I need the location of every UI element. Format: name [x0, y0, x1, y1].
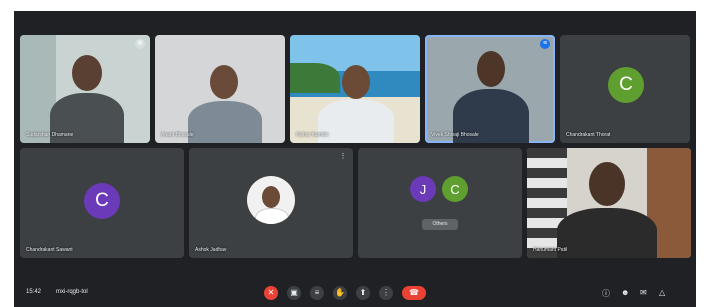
- participant-video: [155, 35, 285, 143]
- info-icon[interactable]: ⓘ: [602, 288, 610, 299]
- others-tile[interactable]: J C Others: [358, 148, 522, 258]
- meeting-code: mxi-rqgb-tol: [56, 289, 88, 295]
- meeting-toolbar: 15:42 mxi-rqgb-tol ✕ ▣ ≡ ✋ ⬆ ⋮ ☎ ⓘ ☻ ✉ △: [14, 279, 696, 307]
- meeting-time: 15:42: [26, 289, 42, 295]
- participant-tile[interactable]: Anant Bhosale: [155, 35, 285, 143]
- participant-tile[interactable]: Hanumant Patil: [527, 148, 691, 258]
- participant-name: Hanumant Patil: [533, 247, 568, 253]
- participant-tile[interactable]: C Chandrakant Thorat: [560, 35, 690, 143]
- participant-video: [527, 148, 691, 258]
- participant-name: Kishor Kamble: [296, 132, 329, 138]
- avatar: C: [608, 67, 644, 103]
- people-icon[interactable]: ☻: [621, 288, 629, 297]
- mic-off-icon[interactable]: ✕: [264, 286, 278, 300]
- more-options-icon[interactable]: ⋮: [338, 152, 348, 162]
- participant-video: [20, 35, 150, 143]
- participant-name: Ashok Jadhav: [195, 247, 227, 253]
- participant-tile[interactable]: ≡ Vivek Shivaji Bhosale: [425, 35, 555, 143]
- participant-name: Anant Bhosale: [161, 132, 194, 138]
- participant-video: [425, 35, 555, 143]
- participant-tile[interactable]: Kishor Kamble: [290, 35, 420, 143]
- activities-icon[interactable]: △: [659, 288, 665, 297]
- raise-hand-icon[interactable]: ✋: [333, 286, 347, 300]
- more-icon[interactable]: ⋮: [379, 286, 393, 300]
- avatar: [247, 176, 295, 224]
- captions-icon[interactable]: ≡: [310, 286, 324, 300]
- participant-name: Chandrakant Thorat: [566, 132, 611, 138]
- avatar: C: [442, 176, 468, 202]
- chat-icon[interactable]: ✉: [640, 288, 647, 297]
- avatar: J: [410, 176, 436, 202]
- others-chip[interactable]: Others: [422, 219, 458, 230]
- participant-tile[interactable]: C Chandrakant Sawant: [20, 148, 184, 258]
- participant-tile[interactable]: ⊕ Sudarshan Dhamane: [20, 35, 150, 143]
- present-icon[interactable]: ⬆: [356, 286, 370, 300]
- avatar: C: [84, 183, 120, 219]
- camera-icon[interactable]: ▣: [287, 286, 301, 300]
- end-call-icon[interactable]: ☎: [402, 286, 426, 300]
- participant-tile[interactable]: ⋮ Ashok Jadhav: [189, 148, 353, 258]
- participant-name: Vivek Shivaji Bhosale: [431, 132, 479, 138]
- pin-icon[interactable]: ⊕: [135, 39, 145, 49]
- meeting-window: ⊕ Sudarshan Dhamane Anant Bhosale Kishor…: [14, 11, 696, 307]
- mic-active-icon: ≡: [540, 39, 550, 49]
- participant-video: [290, 35, 420, 143]
- participant-name: Chandrakant Sawant: [26, 247, 73, 253]
- participant-name: Sudarshan Dhamane: [26, 132, 74, 138]
